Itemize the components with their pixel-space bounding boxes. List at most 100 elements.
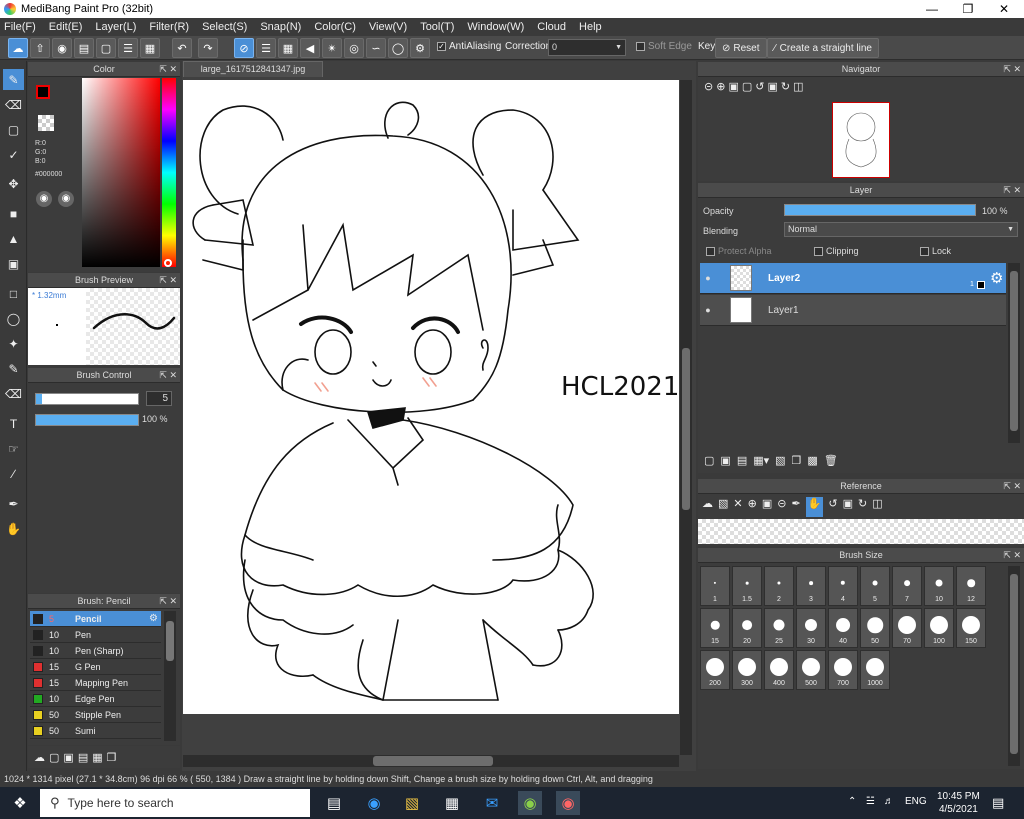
medibang-taskbar-icon[interactable]: ◉ xyxy=(556,791,580,815)
close-button[interactable]: ✕ xyxy=(986,0,1022,18)
panel-close-icon[interactable]: ⇱ ✕ xyxy=(1003,183,1021,198)
close-reference-icon[interactable]: ✕ xyxy=(733,497,742,517)
brush-item-stipple-pen[interactable]: 50 Stipple Pen xyxy=(30,707,161,723)
brush-size-preset[interactable]: 300 xyxy=(732,650,762,690)
rotate-left-icon[interactable]: ↺ xyxy=(755,80,764,96)
brush-size-preset[interactable]: 1000 xyxy=(860,650,890,690)
panel-close-icon[interactable]: ⇱ ✕ xyxy=(1003,62,1021,77)
network-icon[interactable]: ☱ xyxy=(866,796,875,807)
fit-icon[interactable]: ▣ xyxy=(728,80,738,96)
scroll-thumb[interactable] xyxy=(1010,271,1018,431)
horizontal-scroll-thumb[interactable] xyxy=(373,756,493,766)
eraser-tool-icon[interactable]: ⌫ xyxy=(3,94,24,115)
text-tool-icon[interactable]: T xyxy=(3,413,24,434)
redo-icon[interactable]: ↷ xyxy=(198,38,218,58)
minimize-button[interactable]: — xyxy=(914,0,950,18)
new-folder-icon[interactable]: ▧ xyxy=(775,454,785,467)
add-brush-icon[interactable]: ▣ xyxy=(63,751,73,764)
show-hidden-icons[interactable]: ⌃ xyxy=(848,796,856,807)
maximize-button[interactable]: ❐ xyxy=(950,0,986,18)
lock-checkbox[interactable] xyxy=(920,247,929,257)
eyedropper-icon[interactable]: ✒ xyxy=(791,497,800,517)
brush-size-value[interactable]: 5 xyxy=(146,391,172,406)
brush-item-g-pen[interactable]: 15 G Pen xyxy=(30,659,161,675)
panel-close-icon[interactable]: ⇱ ✕ xyxy=(159,273,177,288)
menu-color[interactable]: Color(C) xyxy=(314,21,356,33)
brush-opacity-slider[interactable] xyxy=(35,414,139,426)
menu-edit[interactable]: Edit(E) xyxy=(49,21,83,33)
select-eraser-icon[interactable]: ⌫ xyxy=(3,383,24,404)
brush-settings-icon[interactable]: ⚙ xyxy=(149,613,158,624)
hand-tool-icon[interactable]: ✋ xyxy=(3,518,24,539)
add-layer-menu-icon[interactable]: ▦▾ xyxy=(753,454,769,467)
panel-close-icon[interactable]: ⇱ ✕ xyxy=(159,368,177,383)
brush-settings-page-icon[interactable]: ▤ xyxy=(78,751,88,764)
hue-handle[interactable] xyxy=(164,259,172,267)
color-saturation-field[interactable] xyxy=(82,78,160,267)
reset-button[interactable]: ⊘ Reset xyxy=(715,38,767,58)
cloud-reference-icon[interactable]: ☁ xyxy=(702,497,713,517)
menu-help[interactable]: Help xyxy=(579,21,602,33)
menu-snap[interactable]: Snap(N) xyxy=(260,21,301,33)
taskbar-search[interactable]: ⚲ Type here to search xyxy=(40,789,310,817)
task-view-icon[interactable]: ▤ xyxy=(322,791,346,815)
actual-size-icon[interactable]: ▢ xyxy=(742,80,752,96)
vertical-scroll-thumb[interactable] xyxy=(682,348,690,510)
cloud-brush-icon[interactable]: ☁ xyxy=(34,751,45,764)
brush-list-scrollbar[interactable] xyxy=(164,611,176,741)
soft-edge-toggle[interactable]: Soft Edge xyxy=(636,41,692,52)
layer-list-scrollbar[interactable] xyxy=(1008,263,1020,443)
new-layer-icon[interactable]: ▢ xyxy=(704,454,714,467)
protect-alpha-checkbox[interactable] xyxy=(706,247,715,257)
canvas-horizontal-scrollbar[interactable] xyxy=(183,755,679,767)
reference-canvas[interactable] xyxy=(698,519,1024,544)
brush-size-preset[interactable]: 500 xyxy=(796,650,826,690)
undo-icon[interactable]: ↶ xyxy=(172,38,192,58)
file-explorer-icon[interactable]: ▧ xyxy=(400,791,424,815)
reset-view-icon[interactable]: ▣ xyxy=(767,80,777,96)
brush-item-sumi[interactable]: 50 Sumi xyxy=(30,723,161,739)
correction-select[interactable]: 0 ▼ xyxy=(548,39,626,56)
brush-size-preset[interactable]: 5 xyxy=(860,566,890,606)
magic-wand-icon[interactable]: ✦ xyxy=(3,333,24,354)
transparent-swatch[interactable] xyxy=(38,115,54,131)
fit-icon[interactable]: ▣ xyxy=(762,497,772,517)
open-reference-icon[interactable]: ▧ xyxy=(718,497,728,517)
brush-size-preset[interactable]: 12 xyxy=(956,566,986,606)
ellipse-snap-icon[interactable]: ◯ xyxy=(388,38,408,58)
operation-tool-icon[interactable]: ☞ xyxy=(3,438,24,459)
windows-start-icon[interactable]: ❖ xyxy=(8,791,32,815)
select-pen-icon[interactable]: ✎ xyxy=(3,358,24,379)
select-brush-icon[interactable]: ✓ xyxy=(3,144,24,165)
crisscross-snap-icon[interactable]: ▦ xyxy=(278,38,298,58)
protect-alpha-toggle[interactable]: Protect Alpha xyxy=(706,246,772,257)
panel-close-icon[interactable]: ⇱ ✕ xyxy=(159,62,177,77)
blending-select[interactable]: Normal ▼ xyxy=(784,222,1018,237)
menu-tool[interactable]: Tool(T) xyxy=(420,21,454,33)
rotate-right-icon[interactable]: ↻ xyxy=(781,80,790,96)
canvas-vertical-scrollbar[interactable] xyxy=(680,80,692,755)
drawing-canvas[interactable]: HCL2021 xyxy=(183,80,679,714)
list-icon[interactable]: ☰ xyxy=(118,38,138,58)
parallel-snap-icon[interactable]: ☰ xyxy=(256,38,276,58)
layer-row-layer1[interactable]: ● Layer1 xyxy=(700,295,1006,326)
radial-snap-icon[interactable]: ✴ xyxy=(322,38,342,58)
brush-size-preset[interactable]: 700 xyxy=(828,650,858,690)
scroll-thumb[interactable] xyxy=(1010,574,1018,754)
lasso-select-icon[interactable]: ◯ xyxy=(3,308,24,329)
panel-close-icon[interactable]: ⇱ ✕ xyxy=(1003,548,1021,563)
antialiasing-toggle[interactable]: ✓ AntiAliasing xyxy=(437,41,501,52)
brush-item-edge-pen[interactable]: 10 Edge Pen xyxy=(30,691,161,707)
flip-icon[interactable]: ◫ xyxy=(793,80,803,96)
panel-close-icon[interactable]: ⇱ ✕ xyxy=(159,594,177,609)
antialiasing-checkbox[interactable]: ✓ xyxy=(437,41,446,51)
zoom-out-icon[interactable]: ⊝ xyxy=(704,80,713,96)
notification-icon[interactable]: ▤ xyxy=(992,795,1004,811)
brush-size-preset[interactable]: 4 xyxy=(828,566,858,606)
new-halftone-layer-icon[interactable]: ▣ xyxy=(720,454,730,467)
brush-size-preset[interactable]: 3 xyxy=(796,566,826,606)
zoom-out-icon[interactable]: ⊝ xyxy=(777,497,786,517)
brush-item-pen[interactable]: 10 Pen xyxy=(30,627,161,643)
brush-size-slider[interactable] xyxy=(35,393,139,405)
eyedropper-icon[interactable]: ✒ xyxy=(3,493,24,514)
